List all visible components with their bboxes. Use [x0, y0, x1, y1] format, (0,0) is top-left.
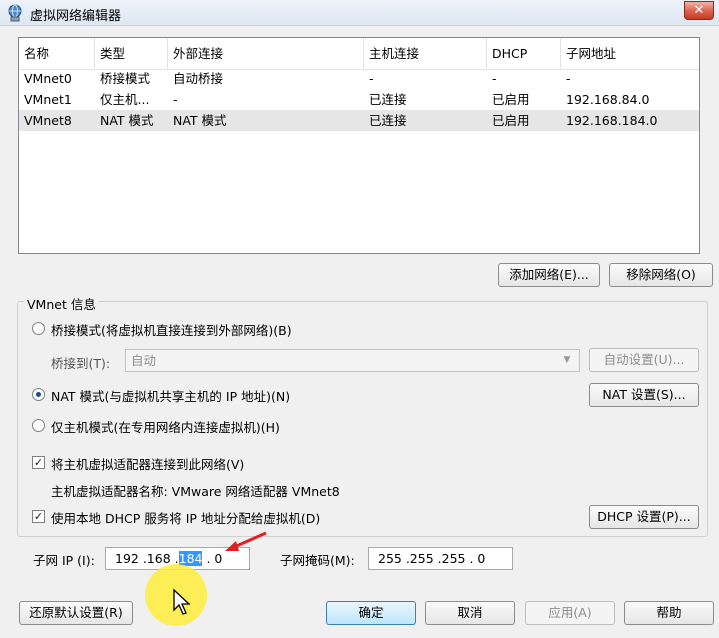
cell-subnet: 192.168.184.0	[566, 113, 658, 128]
cancel-button[interactable]: 取消	[425, 601, 515, 625]
chevron-down-icon: ▼	[563, 355, 571, 365]
help-button[interactable]: 帮助	[624, 601, 714, 625]
network-list[interactable]: 名称 类型 外部连接 主机连接 DHCP 子网地址 VMnet0 桥接模式 自动…	[18, 37, 700, 254]
close-button[interactable]: ✕	[684, 1, 714, 20]
cell-type: 仅主机...	[100, 92, 150, 107]
bridged-to-select[interactable]: 自动	[125, 349, 580, 372]
adapter-name-text: 主机虚拟适配器名称: VMware 网络适配器 VMnet8	[51, 484, 340, 499]
apply-button[interactable]: 应用(A)	[525, 601, 615, 625]
table-row-vmnet1[interactable]: VMnet1 仅主机... - 已连接 已启用 192.168.84.0	[19, 89, 699, 110]
cell-name: VMnet8	[24, 113, 72, 128]
column-header-host[interactable]: 主机连接	[364, 38, 487, 69]
ok-button[interactable]: 确定	[326, 601, 416, 625]
dhcp-settings-button[interactable]: DHCP 设置(P)...	[589, 505, 699, 529]
column-header-name[interactable]: 名称	[19, 38, 95, 69]
cell-name: VMnet0	[24, 71, 72, 86]
auto-settings-button[interactable]: 自动设置(U)...	[589, 348, 699, 372]
cell-host: 已连接	[369, 92, 407, 107]
nat-mode-label[interactable]: NAT 模式(与虚拟机共享主机的 IP 地址)(N)	[51, 386, 290, 405]
table-row-vmnet0[interactable]: VMnet0 桥接模式 自动桥接 - - -	[19, 68, 699, 89]
cell-type: 桥接模式	[100, 71, 151, 86]
connect-adapter-label[interactable]: 将主机虚拟适配器连接到此网络(V)	[51, 454, 244, 473]
ip-text-b: . 0	[202, 551, 223, 566]
column-header-dhcp[interactable]: DHCP	[487, 38, 561, 69]
column-header-external[interactable]: 外部连接	[168, 38, 364, 69]
cell-name: VMnet1	[24, 92, 72, 107]
cell-subnet: 192.168.84.0	[566, 92, 650, 107]
hostonly-mode-radio[interactable]	[32, 419, 45, 432]
cell-external: 自动桥接	[173, 71, 224, 86]
hostonly-mode-label[interactable]: 仅主机模式(在专用网络内连接虚拟机)(H)	[51, 417, 280, 436]
remove-network-button[interactable]: 移除网络(O)	[609, 263, 713, 287]
cell-subnet: -	[566, 71, 571, 86]
close-icon: ✕	[693, 3, 705, 18]
vmnet-info-title: VMnet 信息	[24, 294, 99, 313]
nat-settings-button[interactable]: NAT 设置(S)...	[589, 383, 699, 407]
cell-dhcp: -	[492, 71, 497, 86]
table-row-vmnet8[interactable]: VMnet8 NAT 模式 NAT 模式 已连接 已启用 192.168.184…	[19, 110, 699, 131]
subnet-mask-label: 子网掩码(M):	[280, 553, 355, 568]
use-dhcp-checkbox[interactable]: ✓	[32, 510, 45, 523]
cell-dhcp: 已启用	[492, 92, 530, 107]
restore-defaults-button[interactable]: 还原默认设置(R)	[19, 601, 133, 625]
nat-mode-radio[interactable]	[32, 388, 45, 401]
title-bar: 虚拟网络编辑器 ✕	[0, 0, 719, 26]
cell-external: NAT 模式	[173, 113, 227, 128]
red-arrow-icon	[225, 531, 267, 551]
network-globe-icon	[6, 4, 24, 22]
cell-external: -	[173, 92, 178, 107]
column-header-subnet[interactable]: 子网地址	[561, 38, 699, 69]
cell-host: 已连接	[369, 113, 407, 128]
cell-host: -	[369, 71, 374, 86]
add-network-button[interactable]: 添加网络(E)...	[498, 263, 600, 287]
bridged-mode-radio[interactable]	[32, 322, 45, 335]
window-title: 虚拟网络编辑器	[30, 9, 122, 24]
mouse-pointer-icon	[173, 588, 190, 615]
subnet-mask-input[interactable]: 255 .255 .255 . 0	[368, 547, 513, 570]
column-header-type[interactable]: 类型	[95, 38, 168, 69]
subnet-ip-label: 子网 IP (I):	[33, 553, 95, 568]
connect-adapter-checkbox[interactable]: ✓	[32, 456, 45, 469]
cell-type: NAT 模式	[100, 113, 154, 128]
bridged-mode-label[interactable]: 桥接模式(将虚拟机直接连接到外部网络)(B)	[51, 320, 292, 339]
use-dhcp-label[interactable]: 使用本地 DHCP 服务将 IP 地址分配给虚拟机(D)	[51, 508, 320, 527]
cell-dhcp: 已启用	[492, 113, 530, 128]
list-header: 名称 类型 外部连接 主机连接 DHCP 子网地址	[19, 38, 699, 70]
bridged-to-label: 桥接到(T):	[51, 356, 111, 371]
